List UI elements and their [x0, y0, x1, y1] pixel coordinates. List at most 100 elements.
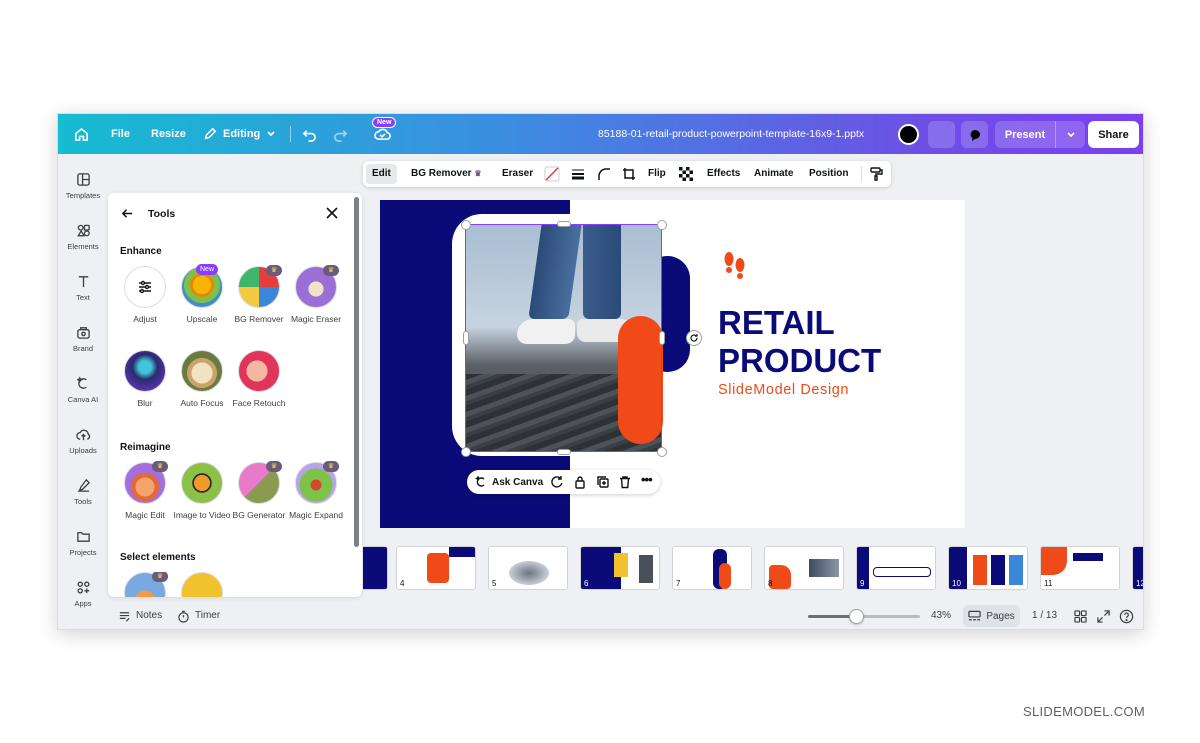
tool-face-retouch[interactable]: Face Retouch	[230, 350, 288, 409]
rail-item-elements[interactable]: Elements	[58, 223, 108, 251]
section-heading-select-elements: Select elements	[120, 552, 196, 563]
rail-item-templates[interactable]: Templates	[58, 172, 108, 200]
effects-button[interactable]: Effects	[707, 161, 740, 187]
tool-image-to-video[interactable]: Image to Video	[173, 462, 231, 521]
shoe-thumbnail: ♛	[238, 461, 282, 504]
rotate-handle[interactable]	[686, 330, 702, 346]
corner-rounding-button[interactable]	[597, 161, 611, 187]
rail-item-tools[interactable]: Tools	[58, 478, 108, 506]
rail-item-uploads[interactable]: Uploads	[58, 427, 108, 455]
home-button[interactable]	[74, 114, 89, 154]
rail-item-canva-ai[interactable]: Canva AI	[58, 376, 108, 404]
edit-button[interactable]: Edit	[366, 164, 397, 184]
page-thumbnail[interactable]: 8	[764, 546, 844, 590]
resize-handle[interactable]	[463, 331, 469, 345]
zoom-slider[interactable]	[808, 609, 920, 624]
color-swatch[interactable]	[898, 124, 919, 145]
page-counter[interactable]: 1 / 13	[1032, 604, 1057, 628]
tool-magic-expand[interactable]: ♛ Magic Expand	[287, 461, 345, 521]
crown-icon: ♛	[266, 265, 282, 276]
page-thumbnail[interactable]: 4	[396, 546, 476, 590]
regenerate-icon[interactable]	[550, 475, 564, 489]
close-icon[interactable]	[326, 207, 338, 219]
more-options-icon[interactable]: •••	[641, 472, 653, 487]
page-thumbnail[interactable]: 10	[948, 546, 1028, 590]
page-thumbnail[interactable]: 7	[672, 546, 752, 590]
resize-button[interactable]: Resize	[151, 114, 186, 154]
page-thumbnail[interactable]: 12	[1132, 546, 1143, 590]
tool-magic-eraser[interactable]: ♛ Magic Eraser	[287, 265, 345, 325]
tool-magic-edit[interactable]: ♛ Magic Edit	[116, 461, 174, 521]
comment-icon	[970, 129, 980, 141]
resize-handle[interactable]	[461, 220, 471, 230]
tool-auto-focus[interactable]: Auto Focus	[173, 350, 231, 409]
runner-thumbnail	[124, 350, 166, 392]
resize-handle[interactable]	[659, 331, 665, 345]
thumbnail-art	[363, 547, 387, 589]
tool-blur[interactable]: Blur	[116, 350, 174, 409]
present-options-button[interactable]	[1056, 130, 1085, 140]
file-menu-button[interactable]: File	[111, 114, 130, 154]
bg-remover-button[interactable]: BG Remover ♛	[411, 161, 482, 187]
border-style-button[interactable]	[571, 161, 585, 187]
rail-item-text[interactable]: Text	[58, 274, 108, 302]
redo-button[interactable]	[333, 114, 348, 154]
slide-title-line-2[interactable]: PRODUCT	[718, 342, 881, 380]
resize-handle[interactable]	[557, 221, 571, 227]
tool-bg-remover[interactable]: ♛ BG Remover	[230, 265, 288, 325]
border-color-button[interactable]	[544, 161, 560, 187]
editing-mode-dropdown[interactable]: Editing	[203, 114, 276, 154]
page-thumbnail[interactable]: 5	[488, 546, 568, 590]
back-arrow-icon[interactable]	[121, 207, 134, 220]
fullscreen-icon[interactable]	[1097, 610, 1110, 623]
resize-handle[interactable]	[461, 447, 471, 457]
sliders-icon	[139, 280, 151, 294]
resize-handle[interactable]	[557, 449, 571, 455]
page-thumbnail[interactable]	[363, 546, 388, 590]
flip-button[interactable]: Flip	[648, 161, 666, 187]
timer-button[interactable]: Timer	[177, 604, 220, 628]
resize-handle[interactable]	[657, 220, 667, 230]
face-thumbnail	[238, 350, 280, 392]
eraser-button[interactable]: Eraser	[502, 161, 533, 187]
insights-button[interactable]	[928, 121, 955, 148]
help-icon[interactable]	[1119, 609, 1134, 624]
page-thumbnail[interactable]: 6	[580, 546, 660, 590]
rail-item-apps[interactable]: Apps	[58, 580, 108, 608]
page-thumbnail[interactable]: 9	[856, 546, 936, 590]
thumbnail-art	[873, 567, 931, 577]
share-button[interactable]: Share	[1088, 121, 1139, 148]
ask-canva-button[interactable]: Ask Canva	[475, 470, 543, 494]
duplicate-icon[interactable]	[596, 475, 610, 489]
transparency-button[interactable]	[679, 161, 693, 187]
notes-button[interactable]: Notes	[118, 604, 162, 628]
pages-button[interactable]: Pages	[963, 605, 1020, 627]
undo-button[interactable]	[302, 114, 317, 154]
copy-style-button[interactable]	[869, 161, 883, 187]
zoom-slider-thumb[interactable]	[849, 609, 865, 624]
rail-item-brand[interactable]: Brand	[58, 325, 108, 353]
tool-select-elements-1[interactable]: ♛	[116, 572, 174, 597]
crop-button[interactable]	[622, 161, 636, 187]
tool-select-elements-2[interactable]	[173, 572, 231, 597]
rail-item-projects[interactable]: Projects	[58, 529, 108, 557]
present-button[interactable]: Present	[995, 121, 1085, 148]
tool-bg-generator[interactable]: ♛ BG Generator	[230, 461, 288, 521]
lock-icon[interactable]	[573, 475, 587, 489]
page-thumbnail[interactable]: 11	[1040, 546, 1120, 590]
panel-scrollbar[interactable]	[354, 197, 359, 547]
grid-view-icon[interactable]	[1074, 610, 1087, 623]
trash-icon[interactable]	[618, 475, 632, 489]
slide-title-line-1[interactable]: RETAIL	[718, 304, 835, 342]
file-name[interactable]: 85188-01-retail-product-powerpoint-templ…	[598, 114, 864, 154]
zoom-level[interactable]: 43%	[931, 604, 951, 628]
comments-button[interactable]	[961, 121, 988, 148]
animate-button[interactable]: Animate	[754, 161, 793, 187]
rail-item-label: Uploads	[69, 446, 97, 455]
tool-adjust[interactable]: Adjust	[116, 266, 174, 325]
resize-handle[interactable]	[657, 447, 667, 457]
crown-icon: ♛	[152, 461, 168, 472]
tool-upscale[interactable]: New Upscale	[173, 264, 231, 325]
slide-subtitle[interactable]: SlideModel Design	[718, 382, 849, 398]
position-button[interactable]: Position	[809, 161, 848, 187]
